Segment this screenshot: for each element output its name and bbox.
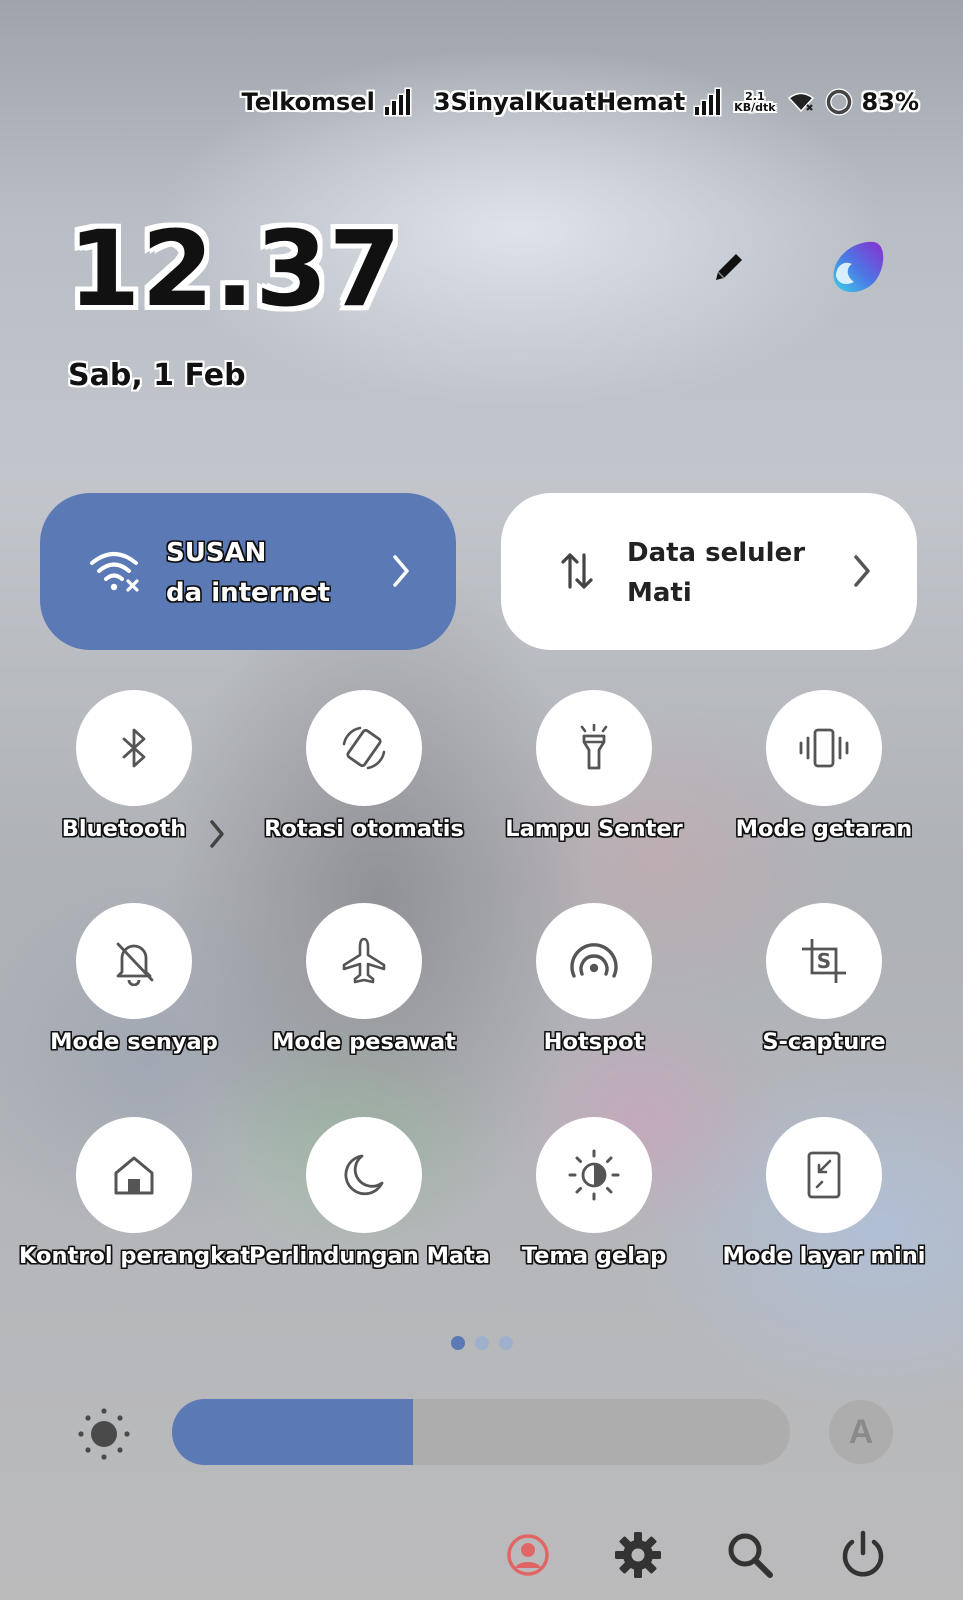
status-bar: Telkomsel 3SinyalKuatHemat 2.1 KB/dtk 83… [242,84,919,120]
home-icon [114,1156,154,1195]
toggle-label: Lampu Senter [505,816,683,842]
mobile-data-text: Data seluler Mati [627,533,857,613]
wifi-tile-text: SUSAN da internet [166,533,396,613]
toggle-vibrate-button[interactable] [766,690,882,806]
power-icon [842,1530,884,1577]
signal-strength-icon [695,89,721,115]
page-dot[interactable] [475,1336,489,1350]
toggle-label: Mode pesawat [272,1029,456,1055]
toggle-flashlight[interactable]: Lampu Senter [479,690,709,870]
toggle-label: S-capture [762,1029,886,1055]
dark-theme-icon [568,1149,620,1201]
toggle-device-control[interactable]: Kontrol perangkat [19,1117,252,1297]
battery-ring-icon [824,87,854,117]
chevron-right-icon[interactable] [386,549,416,593]
toggle-auto-rotate[interactable]: Rotasi otomatis [249,690,479,870]
battery-percent: 83% [861,88,919,116]
account-button[interactable] [501,1528,555,1582]
toggle-label: Hotspot [543,1029,645,1055]
page-indicator [451,1336,513,1350]
toggle-label: Mode getaran [735,816,913,842]
toggle-bluetooth-button[interactable] [76,690,192,806]
toggle-mini-window-button[interactable] [766,1117,882,1233]
wifi-status: da internet [166,578,331,608]
chevron-right-icon[interactable] [847,549,877,593]
toggle-auto-rotate-button[interactable] [306,690,422,806]
auto-rotate-icon [342,726,386,770]
signal-strength-icon [384,89,410,115]
airplane-icon [342,937,386,984]
silent-bell-icon [116,942,154,986]
toggle-label: Rotasi otomatis [264,816,464,842]
toggle-label: Perlindungan Mata [249,1243,491,1269]
pencil-icon [716,254,742,280]
wifi-no-internet-icon [86,541,146,601]
flashlight-icon [580,723,608,770]
toggle-bluetooth[interactable]: Bluetooth [19,690,249,870]
auto-brightness-button[interactable]: A [829,1400,893,1464]
carrier-2-label: 3SinyalKuatHemat [433,88,686,116]
mini-window-icon [807,1151,841,1199]
chevron-right-icon[interactable] [207,818,227,854]
svg-text:S: S [817,949,831,973]
wifi-network-name: SUSAN [166,538,267,568]
toggle-eye-protection-button[interactable] [306,1117,422,1233]
gear-icon [615,1532,661,1578]
toggle-dark-theme-button[interactable] [536,1117,652,1233]
edit-button[interactable] [706,244,752,290]
page-dot[interactable] [499,1336,513,1350]
brightness-slider-fill[interactable] [172,1399,414,1465]
toggle-vibrate[interactable]: Mode getaran [709,690,939,870]
toggle-eye-protection[interactable]: Perlindungan Mata [249,1117,491,1297]
moon-icon [344,1154,384,1196]
wifi-tile[interactable]: SUSAN da internet [40,493,456,650]
carrier-1-label: Telkomsel [241,88,375,116]
brightness-slider[interactable] [172,1399,790,1465]
mobile-data-title: Data seluler [627,538,806,568]
mobile-data-tile[interactable]: Data seluler Mati [501,493,917,650]
page-dot-active[interactable] [451,1336,465,1350]
network-speed: 2.1 KB/dtk [734,91,775,113]
toggle-airplane[interactable]: Mode pesawat [249,903,479,1083]
toggle-s-capture-button[interactable]: S [766,903,882,1019]
toggle-silent[interactable]: Mode senyap [19,903,249,1083]
settings-button[interactable] [611,1528,665,1582]
wifi-no-internet-icon [786,90,816,114]
vibrate-icon [799,728,849,768]
hotspot-icon [570,943,618,978]
toggle-s-capture[interactable]: S S-capture [709,903,939,1083]
mobile-data-arrows-icon [547,541,607,601]
mobile-data-status: Mati [627,578,692,608]
brightness-sun-icon [76,1406,132,1462]
screenshot-icon: S [802,939,846,983]
toggle-label: Kontrol perangkat [19,1243,252,1269]
assistant-orb-button[interactable] [824,236,888,300]
bluetooth-icon [122,728,146,768]
power-button[interactable] [836,1528,890,1582]
toggle-hotspot[interactable]: Hotspot [479,903,709,1083]
toggle-label: Bluetooth [61,816,187,842]
toggle-airplane-button[interactable] [306,903,422,1019]
toggle-flashlight-button[interactable] [536,690,652,806]
toggle-mini-window[interactable]: Mode layar mini [709,1117,939,1297]
network-speed-unit: KB/dtk [734,101,776,114]
toggle-silent-button[interactable] [76,903,192,1019]
toggle-label: Tema gelap [521,1243,667,1269]
clock-time[interactable]: 12.37 [68,208,402,330]
clock-date[interactable]: Sab, 1 Feb [68,358,246,393]
toggle-dark-theme[interactable]: Tema gelap [479,1117,709,1297]
toggle-hotspot-button[interactable] [536,903,652,1019]
search-button[interactable] [723,1528,777,1582]
toggle-device-control-button[interactable] [76,1117,192,1233]
assistant-orb-icon [833,241,884,293]
toggle-label: Mode layar mini [722,1243,926,1269]
search-icon [728,1533,773,1578]
toggle-label: Mode senyap [50,1029,218,1055]
account-icon [507,1534,549,1576]
